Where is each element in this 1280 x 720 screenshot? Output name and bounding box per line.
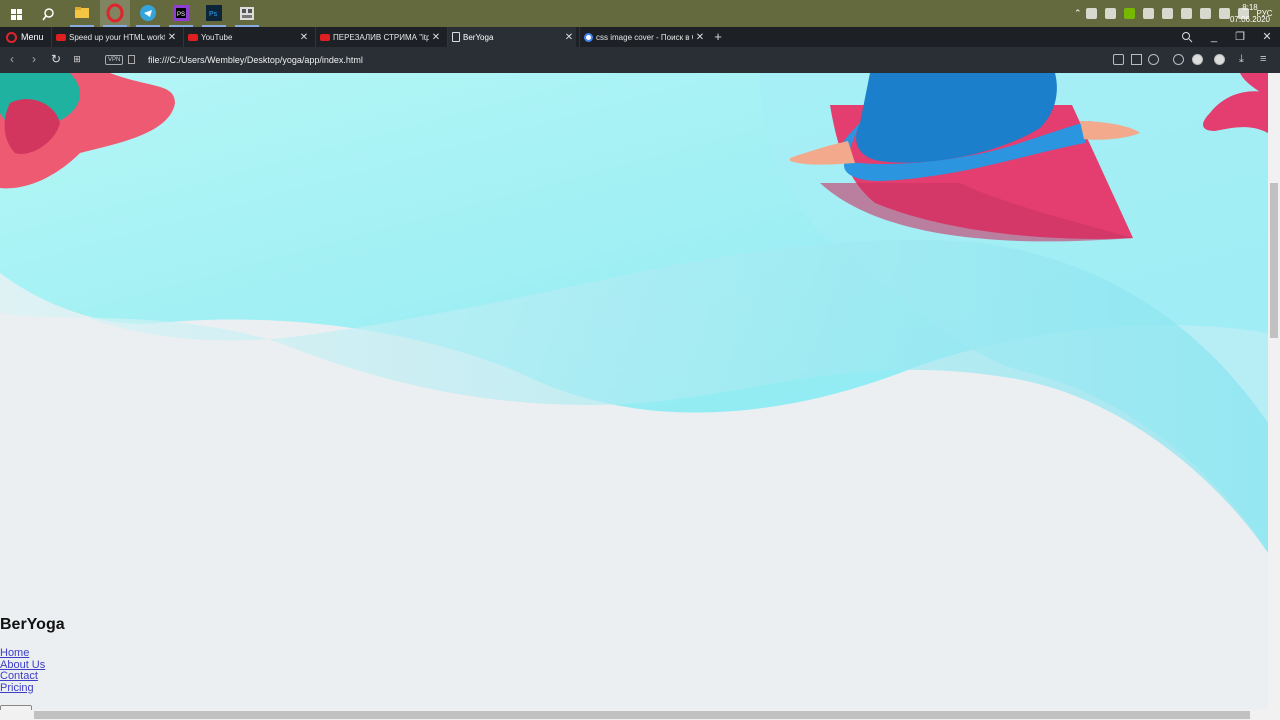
google-icon (584, 32, 593, 42)
nav-item-pricing: Pricing (0, 682, 45, 695)
windows-taskbar: PS Ps ⌃ РУС 8:18 07.06.2020 (0, 0, 1280, 27)
site-brand[interactable]: BerYoga (0, 616, 65, 634)
new-tab-button[interactable]: + (711, 27, 725, 47)
minimize-button[interactable]: _ (1201, 27, 1227, 47)
camera-icon[interactable] (1113, 54, 1124, 65)
tab-search-icon[interactable] (1174, 27, 1200, 47)
page-icon (452, 32, 460, 42)
close-tab-icon[interactable]: ✕ (562, 32, 576, 43)
search-icon[interactable] (37, 3, 59, 25)
browser-tab-bar: Menu Speed up your HTML workflow ✕ YouTu… (0, 27, 1280, 47)
youtube-icon (188, 33, 198, 41)
url-field[interactable]: file:///C:/Users/Wembley/Desktop/yoga/ap… (148, 53, 363, 67)
volume-icon[interactable] (1218, 8, 1230, 19)
youtube-icon (320, 33, 330, 41)
tab-title: css image cover - Поиск в Google (596, 32, 693, 42)
file-page-icon (128, 55, 135, 64)
tab-beryoga[interactable]: BerYoga ✕ (447, 27, 576, 47)
settings-gear-icon[interactable] (1214, 54, 1225, 65)
youtube-icon (56, 33, 66, 41)
page-viewport: BerYoga Home About Us Contact Pricing (0, 73, 1268, 710)
phpstorm-icon[interactable]: PS (166, 0, 196, 27)
close-tab-icon[interactable]: ✕ (165, 32, 179, 43)
heart-icon[interactable] (1148, 54, 1159, 65)
tab-title: ПЕРЕЗАЛИВ СТРИМА "itproger (333, 32, 429, 42)
close-tab-icon[interactable]: ✕ (297, 32, 311, 43)
clock-date: 07.06.2020 (1229, 15, 1270, 24)
svg-text:PS: PS (177, 12, 185, 18)
tab-stream-reupload[interactable]: ПЕРЕЗАЛИВ СТРИМА "itproger ✕ (315, 27, 443, 47)
close-window-button[interactable]: ✕ (1254, 27, 1280, 47)
opera-menu-button[interactable]: Menu (0, 27, 48, 47)
tab-youtube[interactable]: YouTube ✕ (183, 27, 311, 47)
tab-css-image-cover[interactable]: css image cover - Поиск в Google ✕ (579, 27, 707, 47)
close-tab-icon[interactable]: ✕ (693, 32, 707, 43)
tray-chevron-icon[interactable]: ⌃ (1074, 8, 1082, 19)
nav-link-home[interactable]: Home (0, 647, 45, 660)
tray-pen-icon[interactable] (1104, 8, 1116, 19)
tab-title: YouTube (201, 32, 233, 42)
horizontal-scrollbar[interactable] (0, 710, 1280, 720)
clock-time: 8:18 (1242, 3, 1258, 12)
nav-item-contact: Contact (0, 670, 45, 683)
tabs-grid-icon[interactable]: ⊞ (69, 51, 85, 67)
opera-browser-icon[interactable] (100, 0, 130, 27)
adblock-icon[interactable] (1173, 54, 1184, 65)
send-icon[interactable] (1131, 54, 1142, 65)
vpn-badge[interactable]: VPN (105, 55, 124, 65)
vertical-scroll-thumb[interactable] (1270, 183, 1278, 338)
network-icon[interactable] (1199, 8, 1211, 19)
nav-link-contact[interactable]: Contact (0, 670, 45, 683)
tab-title: Speed up your HTML workflow (69, 32, 165, 42)
close-tab-icon[interactable]: ✕ (429, 32, 443, 43)
telegram-icon[interactable] (133, 0, 163, 27)
opera-logo-icon (6, 31, 17, 43)
nav-item-home: Home (0, 647, 45, 660)
tab-speed-up-html[interactable]: Speed up your HTML workflow ✕ (51, 27, 179, 47)
back-icon[interactable]: ‹ (4, 51, 20, 67)
nvidia-icon[interactable] (1123, 8, 1135, 19)
menu-label: Menu (21, 32, 44, 42)
extension-icon[interactable] (1192, 54, 1203, 65)
nav-link-pricing[interactable]: Pricing (0, 682, 45, 695)
easy-setup-icon[interactable]: ≡ (1260, 54, 1271, 65)
hero-background-illustration (0, 73, 1268, 553)
horizontal-scroll-thumb[interactable] (34, 711, 1250, 719)
forward-icon[interactable]: › (26, 51, 42, 67)
site-nav: Home About Us Contact Pricing (0, 647, 45, 695)
clock[interactable]: 8:18 07.06.2020 (1230, 2, 1270, 26)
vertical-scrollbar[interactable] (1268, 73, 1280, 710)
download-icon[interactable]: ⤓ (1239, 54, 1250, 65)
file-explorer-icon[interactable] (67, 0, 97, 27)
media-app-icon[interactable] (232, 0, 262, 27)
tab-title: BerYoga (463, 32, 494, 42)
address-bar: ‹ › ↻ ⊞ VPN file:///C:/Users/Wembley/Des… (0, 47, 1280, 73)
photoshop-icon[interactable]: Ps (199, 0, 229, 27)
restore-button[interactable]: ❐ (1227, 27, 1253, 47)
svg-text:Ps: Ps (209, 11, 218, 18)
windows-start-icon[interactable] (6, 3, 28, 25)
tray-app-icon[interactable] (1085, 8, 1097, 19)
battery-icon[interactable] (1161, 8, 1173, 19)
cloud-icon[interactable] (1180, 8, 1192, 19)
reload-icon[interactable]: ↻ (48, 51, 64, 67)
tray-monitor-icon[interactable] (1142, 8, 1154, 19)
